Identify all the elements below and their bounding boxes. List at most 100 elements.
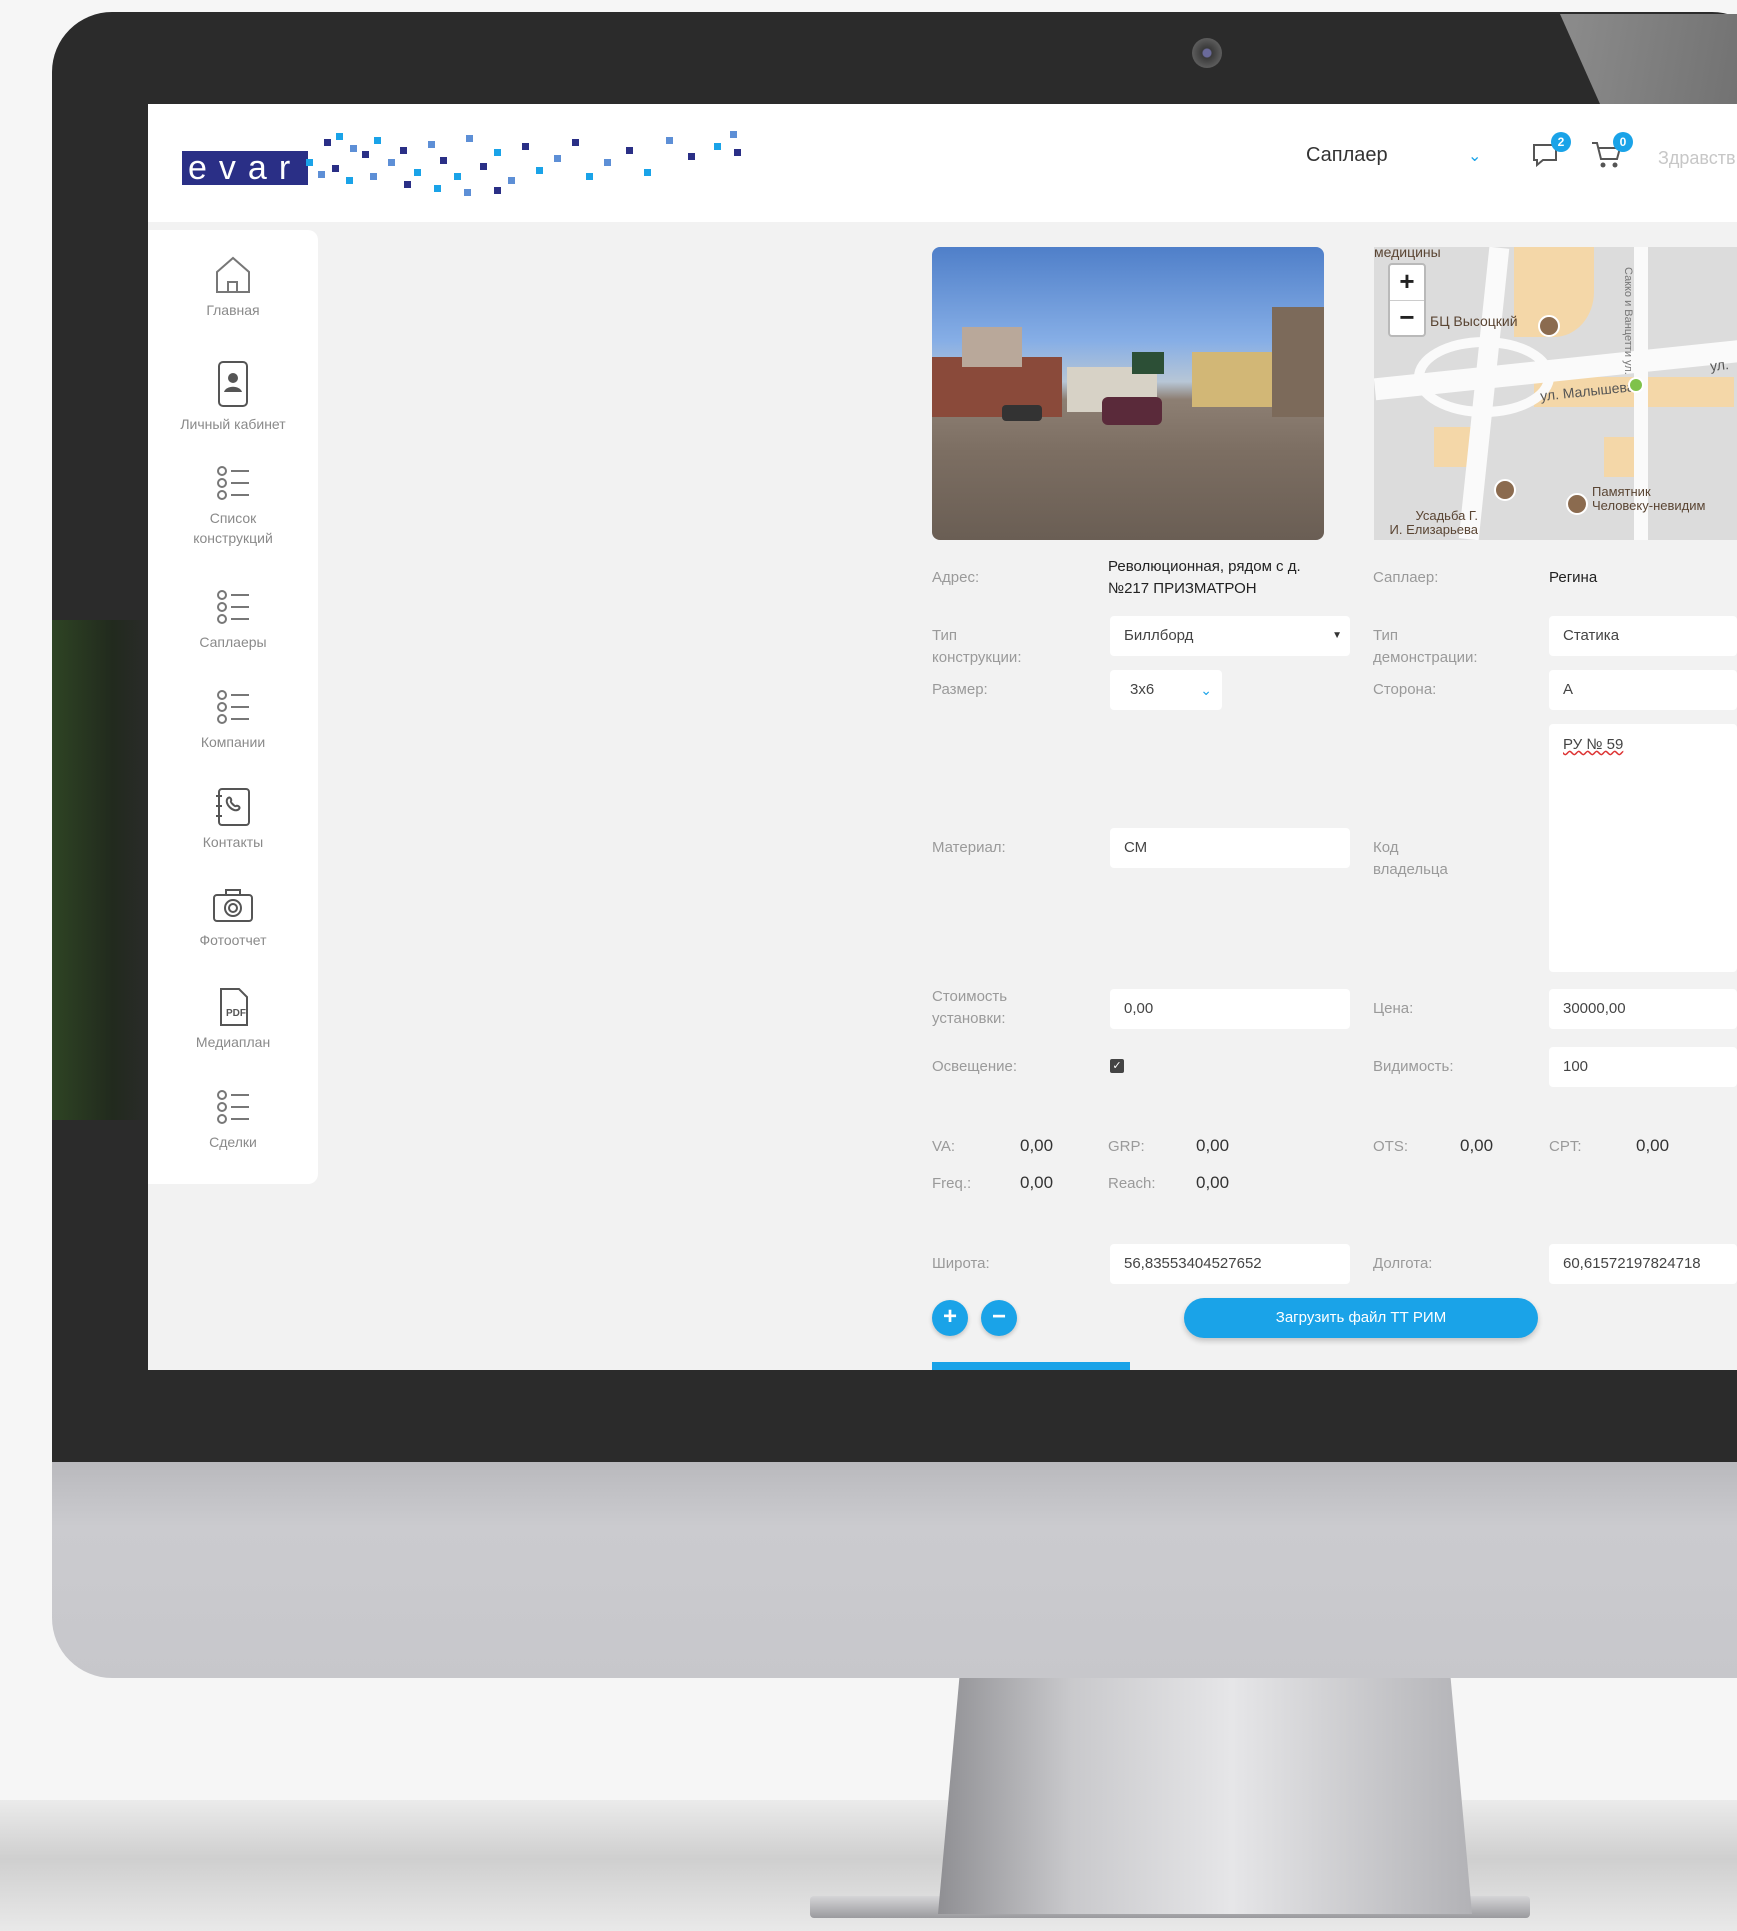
checklist-icon: [217, 590, 249, 624]
sidebar-item-label: Главная: [206, 302, 260, 318]
sidebar-item-suppliers[interactable]: Саплаеры: [148, 586, 318, 652]
sidebar-item-photoreport[interactable]: Фотоотчет: [148, 886, 318, 950]
logo-pixel: [346, 177, 353, 184]
cpt-value: 0,00: [1636, 1136, 1670, 1155]
sidebar-item-label: Фотоотчет: [199, 932, 267, 948]
va-label: VA:: [932, 1138, 956, 1155]
logo-pixel: [388, 159, 395, 166]
map-location-marker-icon: [1628, 377, 1644, 393]
logo-pixel: [454, 173, 461, 180]
messages-badge: 2: [1551, 132, 1571, 152]
latitude-label: Широта:: [932, 1255, 990, 1272]
visibility-input[interactable]: 100: [1549, 1047, 1737, 1087]
logo-pixel: [508, 177, 515, 184]
map-label-estate: Усадьба Г. И. Елизарьева: [1389, 508, 1479, 537]
home-icon: [216, 256, 250, 293]
ots-label: OTS:: [1373, 1138, 1409, 1155]
sidebar-item-mediaplan[interactable]: PDF Медиаплан: [148, 986, 318, 1052]
checklist-icon: [217, 1090, 249, 1124]
sidebar-item-deals[interactable]: Сделки: [148, 1086, 318, 1152]
logo-pixel: [400, 147, 407, 154]
freq-label: Freq.:: [932, 1175, 972, 1192]
logo-pixel: [428, 141, 435, 148]
webcam-icon: [1192, 38, 1222, 68]
side-input[interactable]: А: [1549, 670, 1737, 710]
pdf-icon: PDF: [220, 988, 248, 1026]
reach-label: Reach:: [1108, 1175, 1156, 1192]
save-button[interactable]: [932, 1362, 1130, 1370]
latitude-input[interactable]: 56,83553404527652: [1110, 1244, 1350, 1284]
map-pin-icon: [1494, 479, 1516, 501]
construction-type-select[interactable]: Биллборд ▼: [1110, 616, 1350, 656]
remove-button[interactable]: −: [981, 1300, 1017, 1336]
map-label-monument: Памятник Человеку-невидим: [1592, 484, 1706, 513]
logo-pixel: [522, 143, 529, 150]
app-screen: evar Саплаер ⌄ 2 0 Здравств Главная Личн…: [148, 104, 1737, 1370]
demo-type-select[interactable]: Статика: [1549, 616, 1737, 656]
cpt-label: CPT:: [1549, 1138, 1582, 1155]
material-input[interactable]: СМ: [1110, 828, 1350, 868]
sidebar-item-label: Сделки: [209, 1134, 257, 1150]
logo-pixel: [480, 163, 487, 170]
address-value: Революционная, рядом с д. №217 ПРИЗМАТРО…: [1108, 558, 1301, 597]
logo-pixel: [306, 159, 313, 166]
sidebar-item-home[interactable]: Главная: [148, 254, 318, 320]
chevron-down-icon[interactable]: ⌄: [1468, 146, 1481, 166]
longitude-input[interactable]: 60,61572197824718: [1549, 1244, 1737, 1284]
longitude-label: Долгота:: [1373, 1255, 1433, 1272]
camera-icon: [213, 889, 253, 922]
map-zoom-out-button[interactable]: −: [1390, 301, 1424, 336]
logo-pixel: [434, 185, 441, 192]
messages-icon[interactable]: 2: [1531, 132, 1571, 175]
chevron-down-icon: ⌄: [1200, 682, 1212, 698]
material-label: Материал:: [932, 839, 1006, 856]
logo-pixel: [644, 169, 651, 176]
demo-type-label: Тип демонстрации:: [1373, 627, 1478, 666]
size-select[interactable]: 3x6 ⌄: [1110, 670, 1222, 710]
logo-pixel: [332, 165, 339, 172]
construction-photo[interactable]: [932, 247, 1324, 540]
logo-pixel: [440, 157, 447, 164]
sidebar-item-companies[interactable]: Компании: [148, 686, 318, 752]
add-button[interactable]: +: [932, 1300, 968, 1336]
logo-text: evar: [182, 151, 309, 185]
map-zoom-in-button[interactable]: +: [1390, 265, 1424, 301]
logo-pixel: [688, 153, 695, 160]
sidebar-item-profile[interactable]: Личный кабинет: [148, 358, 318, 434]
lighting-checkbox[interactable]: ✓: [1110, 1059, 1124, 1073]
sidebar-item-constructions[interactable]: Список конструкций: [148, 462, 318, 548]
map-label-top: медицины: [1374, 247, 1441, 260]
sidebar: Главная Личный кабинет Список конструкци…: [148, 230, 318, 1184]
upload-rim-file-button[interactable]: Загрузить файл ТТ РИМ: [1184, 1298, 1538, 1338]
map-label-vertical: Сакко и Ванцетти ул.: [1622, 267, 1634, 375]
user-greeting[interactable]: Здравств: [1658, 148, 1736, 169]
supplier-select[interactable]: Саплаер: [1306, 144, 1388, 167]
location-map[interactable]: + − медицины БЦ Высоцкий ул. Малышева ул…: [1374, 247, 1737, 540]
sidebar-item-label: Саплаеры: [199, 634, 267, 650]
va-value: 0,00: [1020, 1136, 1054, 1155]
map-label-street2: ул.: [1709, 356, 1730, 374]
map-pin-icon: [1538, 315, 1560, 337]
map-zoom-control: + −: [1388, 263, 1426, 337]
sidebar-item-contacts[interactable]: Контакты: [148, 786, 318, 852]
logo-pixel: [324, 139, 331, 146]
checklist-icon: [217, 690, 249, 724]
screen-reflection: [52, 620, 152, 1120]
install-cost-input[interactable]: 0,00: [1110, 989, 1350, 1029]
price-input[interactable]: 30000,00: [1549, 989, 1737, 1029]
logo-pixel: [494, 187, 501, 194]
reach-value: 0,00: [1196, 1173, 1230, 1192]
sidebar-item-label: Компании: [200, 734, 266, 750]
logo[interactable]: evar: [174, 129, 741, 209]
cart-icon[interactable]: 0: [1591, 132, 1633, 175]
logo-pixel: [466, 135, 473, 142]
logo-pixel: [370, 173, 377, 180]
phonebook-icon: [216, 788, 250, 826]
monitor-chin: [52, 1462, 1737, 1678]
logo-pixel: [374, 137, 381, 144]
map-pin-icon: [1566, 493, 1588, 515]
checklist-icon: [217, 466, 249, 500]
sidebar-item-label: Список конструкций: [193, 510, 273, 546]
owner-code-textarea[interactable]: РУ № 59: [1549, 724, 1737, 972]
grp-value: 0,00: [1196, 1136, 1230, 1155]
